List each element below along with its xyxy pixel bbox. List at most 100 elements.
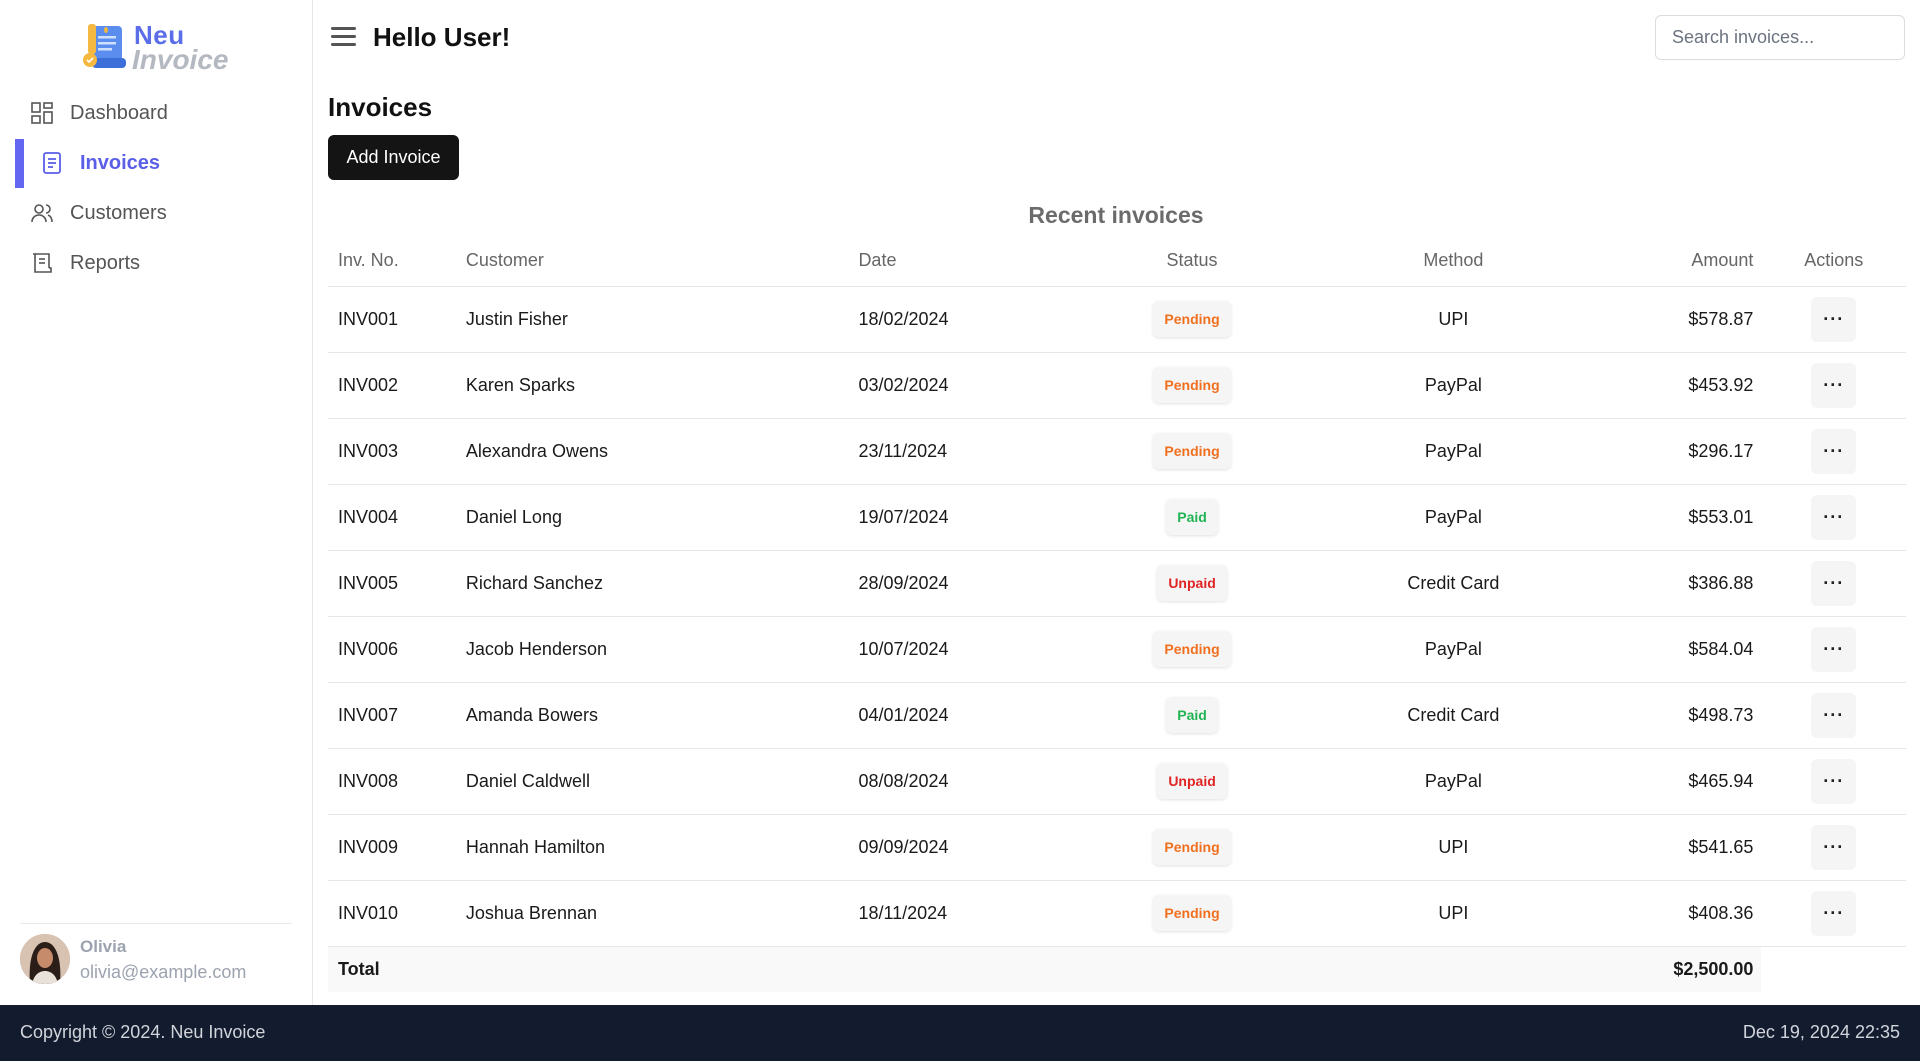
table-row: INV003 Alexandra Owens 23/11/2024 Pending Pa… [328, 418, 1906, 485]
add-invoice-button[interactable]: Add Invoice [328, 135, 459, 180]
table-row: INV004 Daniel Long 19/07/2024 Paid PayPal $55… [328, 484, 1906, 551]
invoice-number: INV009 [328, 814, 466, 881]
table-row: INV010 Joshua Brennan 18/11/2024 Pending UPI… [328, 880, 1906, 947]
column-header: Actions [1761, 236, 1906, 287]
customer-name: Karen Sparks [465, 352, 859, 419]
invoice-date: 08/08/2024 [858, 748, 1081, 815]
user-profile[interactable]: Olivia olivia@example.com [20, 934, 300, 988]
footer-datetime: Dec 19, 2024 22:35 [1742, 1022, 1900, 1042]
invoice-amount: $553.01 [1603, 484, 1762, 551]
payment-method: UPI [1303, 880, 1604, 947]
top-bar: Hello User! [314, 0, 1920, 74]
reports-icon [30, 251, 54, 275]
payment-method: PayPal [1303, 616, 1604, 683]
invoice-number: INV002 [328, 352, 466, 419]
sidebar-item-customers[interactable]: Customers [0, 188, 313, 238]
payment-method: UPI [1303, 814, 1604, 881]
invoice-date: 09/09/2024 [858, 814, 1081, 881]
invoice-amount: $541.65 [1603, 814, 1762, 881]
customer-name: Amanda Bowers [465, 682, 859, 749]
table-row: INV002 Karen Sparks 03/02/2024 Pending PayPa… [328, 352, 1906, 419]
invoices-table: Inv. No. Customer Date Status Method Amo… [328, 236, 1906, 992]
more-actions-button[interactable]: ··· [1811, 560, 1857, 606]
table-caption: Recent invoices [1028, 202, 1204, 228]
logo[interactable]: Neu Invoice [82, 20, 232, 75]
users-icon [30, 201, 54, 225]
sidebar-item-dashboard[interactable]: Dashboard [0, 88, 313, 138]
customer-name: Justin Fisher [465, 286, 859, 353]
invoice-number: INV005 [328, 550, 466, 617]
sidebar-item-label: Invoices [80, 151, 161, 174]
invoice-date: 04/01/2024 [858, 682, 1081, 749]
column-header: Amount [1603, 236, 1762, 287]
column-header: Inv. No. [328, 236, 466, 287]
more-actions-button[interactable]: ··· [1811, 692, 1857, 738]
status-badge: Unpaid [1157, 565, 1227, 601]
status-badge: Pending [1153, 829, 1231, 865]
invoice-date: 19/07/2024 [858, 484, 1081, 551]
app-shell: Neu Invoice Dashboard Invoices Customers… [0, 0, 1920, 1005]
invoice-number: INV008 [328, 748, 466, 815]
more-actions-button[interactable]: ··· [1811, 428, 1857, 474]
status-badge: Pending [1153, 367, 1231, 403]
table-body: INV001 Justin Fisher 18/02/2024 Pending UPI $… [328, 286, 1906, 947]
invoice-amount: $296.17 [1603, 418, 1762, 485]
table-row: INV008 Daniel Caldwell 08/08/2024 Unpaid Pay… [328, 748, 1906, 815]
invoice-number: INV004 [328, 484, 466, 551]
table-row: INV009 Hannah Hamilton 09/09/2024 Pending UP… [328, 814, 1906, 881]
search-input[interactable] [1655, 15, 1905, 60]
sidebar-item-label: Reports [70, 251, 141, 274]
menu-icon[interactable] [330, 25, 358, 49]
status-badge: Pending [1153, 895, 1231, 931]
invoice-amount: $453.92 [1603, 352, 1762, 419]
more-actions-button[interactable]: ··· [1811, 824, 1857, 870]
sidebar-item-label: Dashboard [70, 101, 168, 124]
status-badge: Pending [1153, 433, 1231, 469]
sidebar-item-reports[interactable]: Reports [0, 238, 313, 288]
footer: Copyright © 2024. Neu Invoice Dec 19, 20… [0, 1005, 1920, 1061]
more-actions-button[interactable]: ··· [1811, 494, 1857, 540]
table-header-row: Inv. No. Customer Date Status Method Amo… [328, 236, 1906, 287]
more-actions-button[interactable]: ··· [1811, 890, 1857, 936]
column-header: Status [1080, 236, 1304, 287]
more-actions-button[interactable]: ··· [1811, 626, 1857, 672]
copyright-text: Copyright © 2024. Neu Invoice [20, 1022, 266, 1042]
invoice-date: 10/07/2024 [858, 616, 1081, 683]
total-amount: $2,500.00 [1603, 946, 1762, 992]
divider [20, 923, 292, 924]
invoice-number: INV003 [328, 418, 466, 485]
total-label: Total [328, 946, 466, 992]
more-actions-button[interactable]: ··· [1811, 362, 1857, 408]
total-row: Total $2,500.00 [328, 946, 1906, 992]
invoice-amount: $465.94 [1603, 748, 1762, 815]
customer-name: Joshua Brennan [465, 880, 859, 947]
user-email: olivia@example.com [80, 962, 247, 982]
status-badge: Paid [1166, 697, 1218, 733]
sidebar-item-label: Customers [70, 201, 167, 224]
user-name: Olivia [80, 937, 127, 956]
customer-name: Jacob Henderson [465, 616, 859, 683]
more-actions-button[interactable]: ··· [1811, 758, 1857, 804]
column-header: Customer [465, 236, 859, 287]
invoice-number: INV007 [328, 682, 466, 749]
customer-name: Alexandra Owens [465, 418, 859, 485]
invoice-date: 03/02/2024 [858, 352, 1081, 419]
payment-method: Credit Card [1303, 550, 1604, 617]
customer-name: Daniel Long [465, 484, 859, 551]
greeting: Hello User! [373, 22, 511, 52]
invoice-number: INV001 [328, 286, 466, 353]
invoice-amount: $578.87 [1603, 286, 1762, 353]
customer-name: Daniel Caldwell [465, 748, 859, 815]
more-actions-button[interactable]: ··· [1811, 296, 1857, 342]
invoice-amount: $408.36 [1603, 880, 1762, 947]
table-row: INV007 Amanda Bowers 04/01/2024 Paid Credit … [328, 682, 1906, 749]
status-badge: Pending [1153, 301, 1231, 337]
sidebar-item-invoices[interactable]: Invoices [0, 138, 313, 188]
payment-method: PayPal [1303, 418, 1604, 485]
invoice-date: 23/11/2024 [858, 418, 1081, 485]
table-row: INV006 Jacob Henderson 10/07/2024 Pending Pa… [328, 616, 1906, 683]
invoice-number: INV006 [328, 616, 466, 683]
payment-method: PayPal [1303, 484, 1604, 551]
main-content: Hello User! Invoices Add Invoice Recent … [314, 0, 1920, 1005]
sidebar: Neu Invoice Dashboard Invoices Customers… [0, 0, 313, 1005]
